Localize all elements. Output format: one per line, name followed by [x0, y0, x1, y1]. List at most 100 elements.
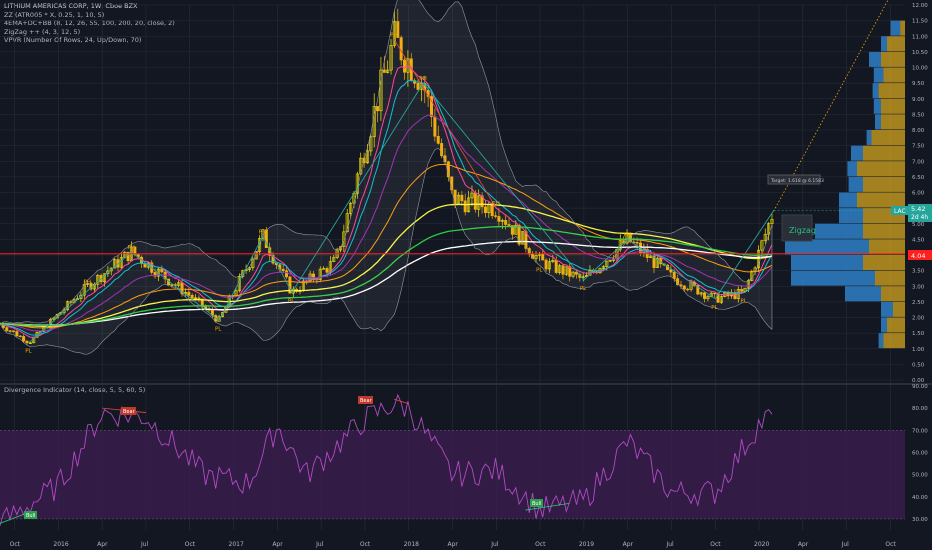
osc-tick-label: 70.00 — [912, 428, 928, 434]
volume-profile-up — [881, 36, 887, 52]
price-tick-label: 4.50 — [912, 237, 925, 243]
volume-profile-down — [863, 223, 905, 239]
time-tick-label: Apr — [448, 541, 459, 548]
pivot-high-label: PH — [127, 245, 134, 251]
price-tick-label: 8.00 — [912, 128, 925, 134]
volume-profile-down — [863, 145, 905, 161]
countdown: 2d 4h — [911, 214, 928, 221]
time-tick-label: Oct — [535, 541, 546, 548]
pivot-high-label: PH — [259, 229, 266, 235]
price-tick-label: 6.50 — [912, 175, 925, 181]
panel-separator — [0, 383, 932, 385]
time-tick-label: 2018 — [404, 541, 419, 548]
osc-tick-label: 90.00 — [912, 384, 928, 390]
price-tick-label: 3.00 — [912, 284, 925, 290]
chart-canvas[interactable]: 0.000.501.001.502.002.503.003.504.004.50… — [0, 0, 932, 550]
pivot-high-label: PH — [624, 232, 631, 238]
volume-profile-down — [871, 130, 905, 146]
volume-profile-down — [881, 114, 905, 130]
volume-profile-down — [883, 67, 905, 83]
volume-profile-down — [869, 239, 905, 255]
bear-label-1: Bear — [123, 409, 136, 415]
time-tick-label: Apr — [798, 541, 809, 548]
price-tick-label: 10.00 — [912, 66, 928, 72]
time-tick-label: Oct — [710, 541, 721, 548]
bull-label-1: Bull — [26, 513, 35, 519]
volume-profile-down — [878, 83, 905, 99]
time-tick-label: 2017 — [229, 541, 244, 548]
volume-profile-up — [785, 239, 869, 255]
volume-profile-up — [869, 51, 881, 67]
volume-profile-down — [883, 333, 905, 349]
price-tick-label: 3.50 — [912, 269, 925, 275]
time-tick-label: Oct — [10, 541, 21, 548]
ref-price: 4.04 — [911, 252, 925, 260]
volume-profile-down — [881, 98, 905, 114]
volume-profile-up — [791, 270, 875, 286]
volume-profile-down — [900, 20, 905, 36]
volume-profile-up — [875, 114, 881, 130]
volume-profile-down — [893, 301, 905, 317]
time-tick-label: Apr — [272, 541, 283, 548]
time-tick-label: Jul — [665, 541, 674, 548]
time-tick-label: Oct — [185, 541, 196, 548]
volume-profile-down — [863, 176, 905, 192]
volume-profile-down — [887, 317, 905, 333]
time-tick-label: Apr — [97, 541, 108, 548]
pivot-low-label: PL — [536, 267, 543, 273]
pivot-low-label: PL — [711, 305, 718, 311]
osc-tick-label: 60.00 — [912, 450, 928, 456]
price-tick-label: 11.50 — [912, 19, 928, 25]
volume-profile-down — [881, 51, 905, 67]
volume-profile-down — [857, 161, 905, 177]
osc-tick-label: 50.00 — [912, 473, 928, 479]
volume-profile-up — [878, 333, 884, 349]
volume-profile-up — [845, 286, 881, 302]
osc-band — [0, 430, 905, 519]
volume-profile-up — [873, 67, 884, 83]
last-price: 5.42 — [911, 205, 925, 213]
volume-profile-up — [881, 301, 893, 317]
price-tick-label: 9.00 — [912, 97, 925, 103]
price-tick-label: 0.50 — [912, 362, 925, 368]
pivot-low-label: PL — [25, 349, 32, 355]
pivot-high-label: PH — [84, 279, 91, 285]
price-tick-label: 10.50 — [912, 50, 928, 56]
osc-tick-label: 30.00 — [912, 517, 928, 523]
pivot-low-label: PL — [288, 299, 295, 305]
volume-profile-up — [851, 145, 863, 161]
time-tick-label: 2016 — [53, 541, 68, 548]
price-tick-label: 7.50 — [912, 144, 925, 150]
volume-profile-up — [847, 161, 857, 177]
time-tick-label: Oct — [885, 541, 896, 548]
zigzag-label: Zigzag — [789, 226, 816, 235]
volume-profile-up — [866, 130, 872, 146]
time-tick-label: 2020 — [754, 541, 769, 548]
volume-profile-down — [887, 36, 905, 52]
price-tick-label: 8.50 — [912, 112, 925, 118]
time-tick-label: Jul — [315, 541, 324, 548]
volume-profile-up — [872, 83, 879, 99]
price-tick-label: 2.00 — [912, 316, 925, 322]
volume-profile-up — [890, 20, 901, 36]
price-tick-label: 7.00 — [912, 159, 925, 165]
volume-profile-up — [815, 223, 863, 239]
pivot-high-label: PH — [419, 76, 426, 82]
volume-profile-down — [863, 255, 905, 271]
volume-profile-down — [881, 286, 905, 302]
price-tick-label: 2.50 — [912, 300, 925, 306]
pivot-low-label: PL — [740, 299, 747, 305]
price-tick-label: 1.50 — [912, 331, 925, 337]
time-tick-label: Jul — [140, 541, 149, 548]
time-tick-label: Jul — [841, 541, 850, 548]
osc-tick-label: 40.00 — [912, 495, 928, 501]
price-tick-label: 6.00 — [912, 191, 925, 197]
time-tick-label: 2019 — [579, 541, 594, 548]
lac-ticker: LAC — [894, 208, 906, 215]
price-tick-label: 9.50 — [912, 81, 925, 87]
volume-profile-up — [839, 192, 857, 208]
price-tick-label: 12.00 — [912, 3, 928, 9]
pivot-high-label: PH — [390, 32, 397, 38]
time-tick-label: Jul — [490, 541, 499, 548]
volume-profile-up — [848, 176, 863, 192]
